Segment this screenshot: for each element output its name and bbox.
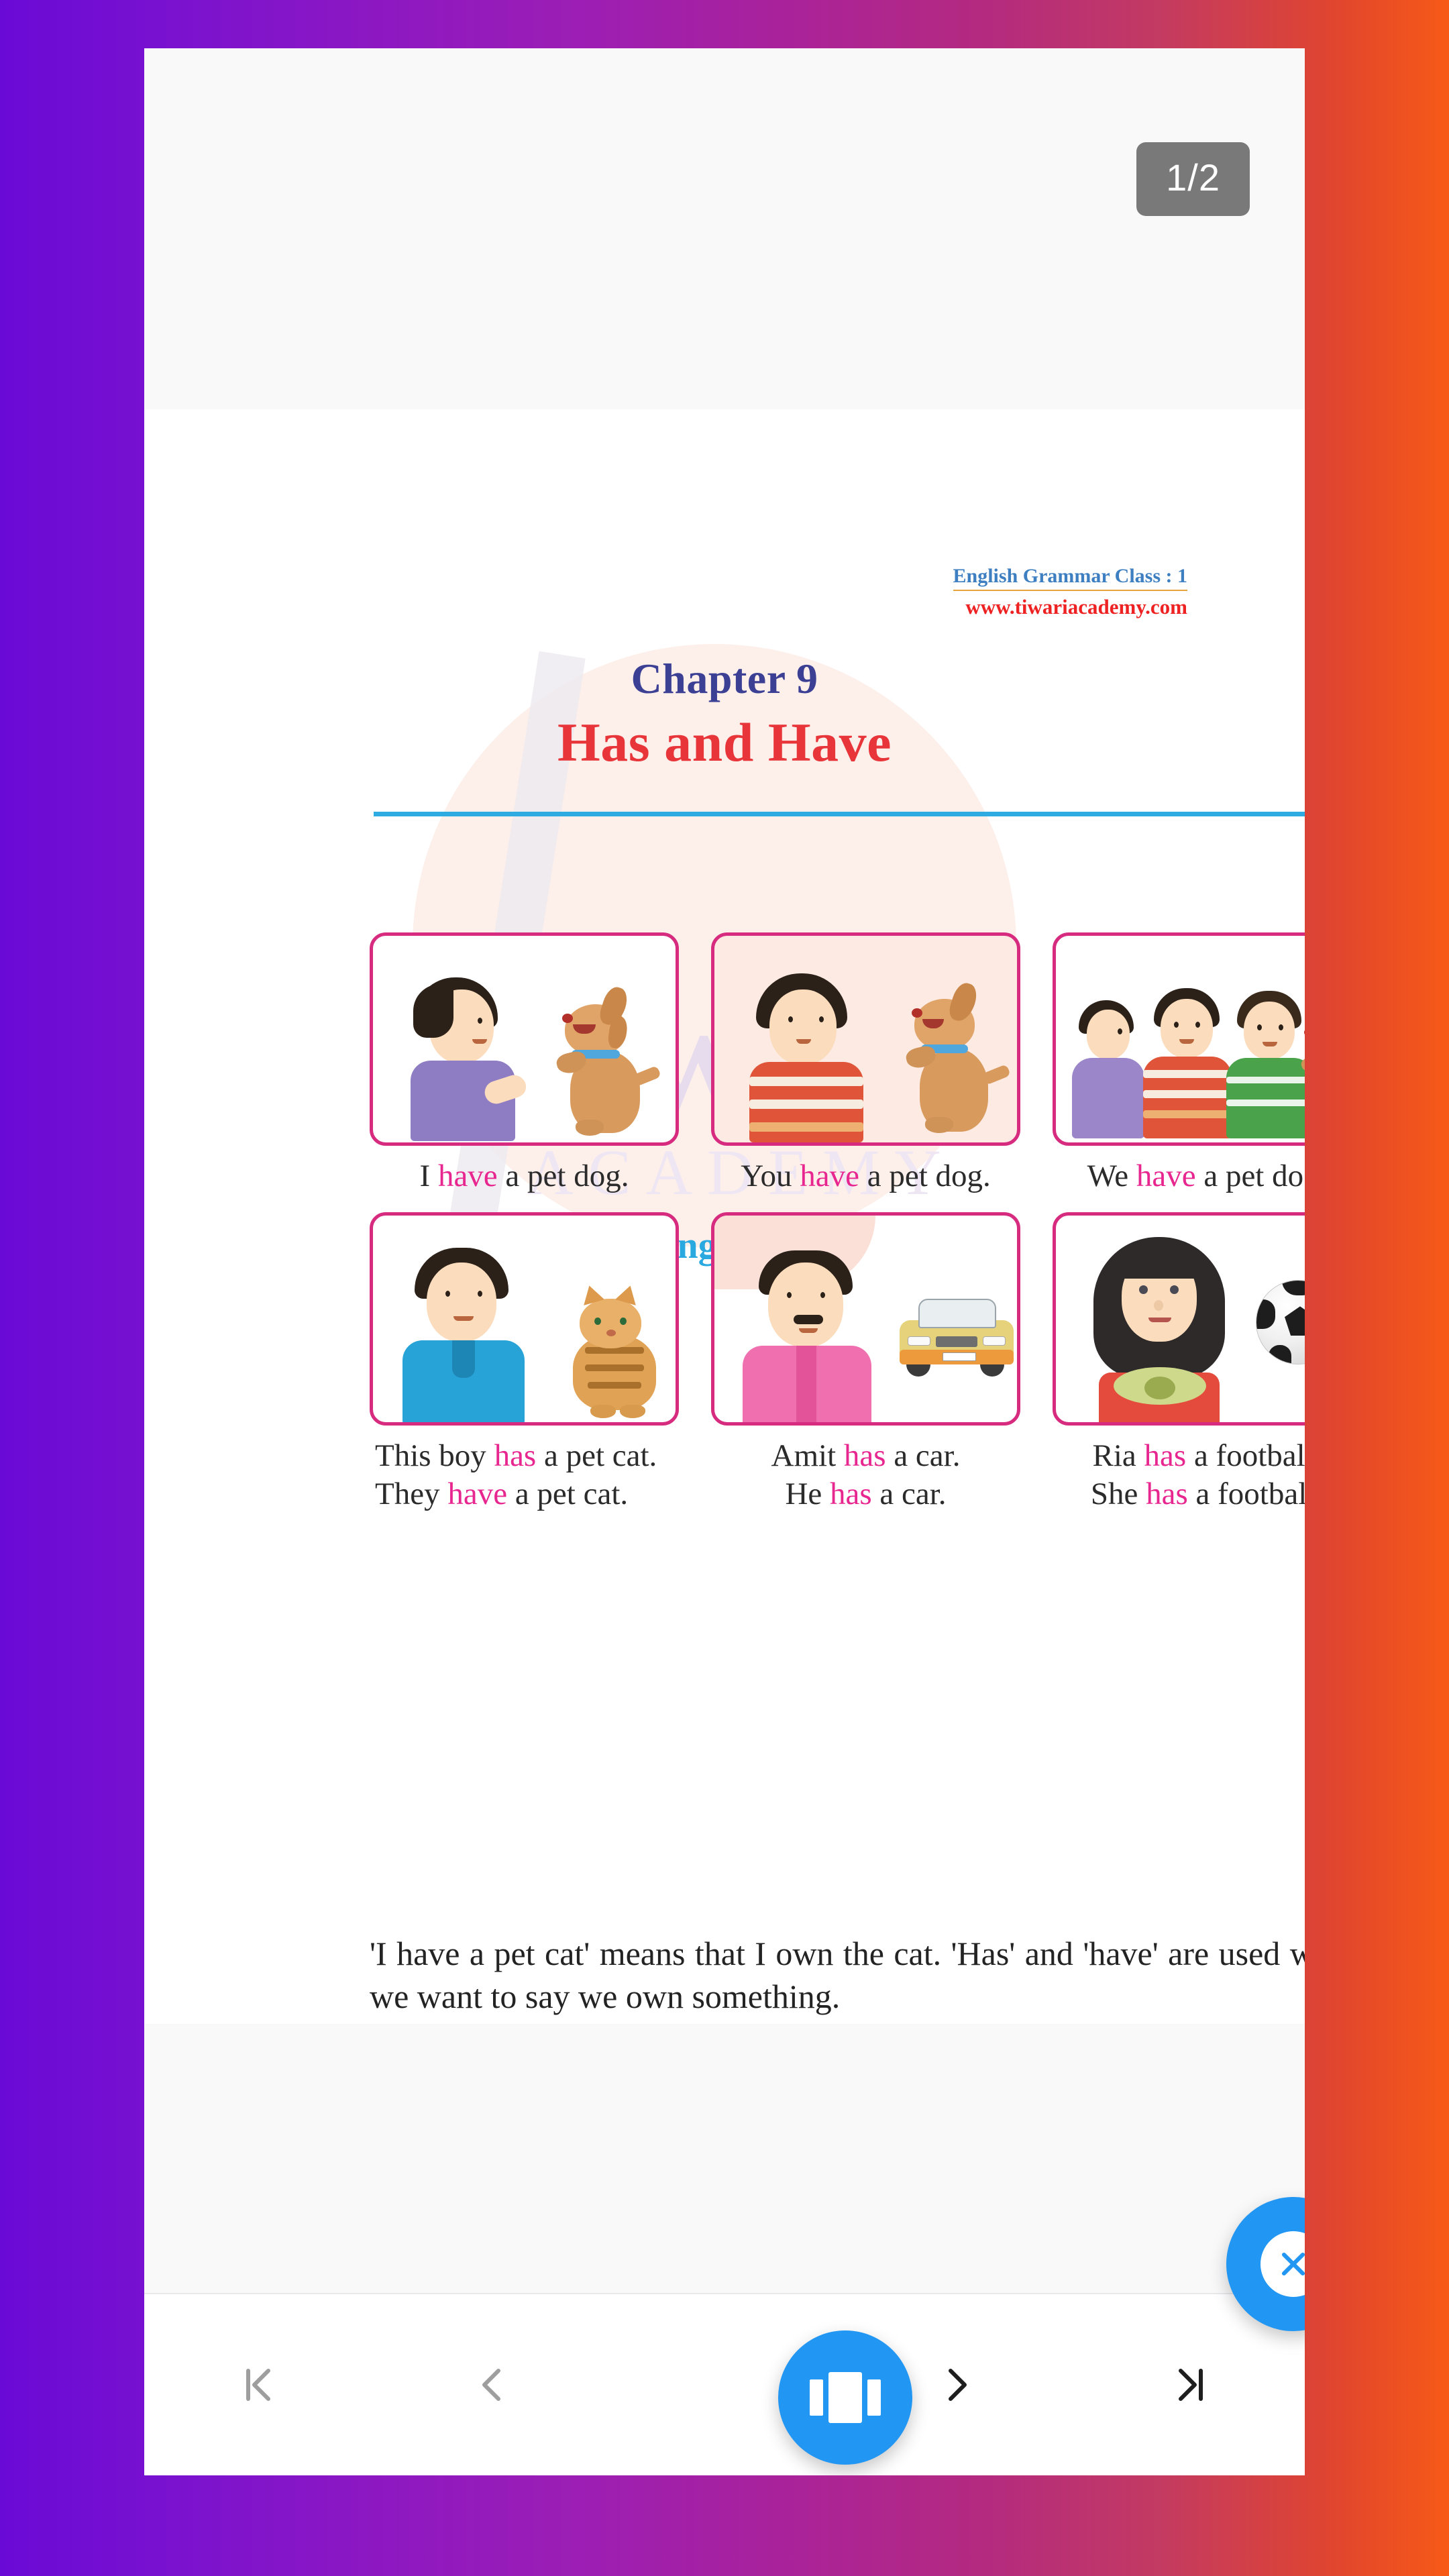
header-class-line: English Grammar Class : 1 [953,564,1187,592]
picture-grid: I have a pet dog. You have a pet dog. We… [370,932,1305,1513]
picture-caption: Ria has a football. She has a football. [1053,1437,1305,1513]
previous-page-button[interactable] [376,2294,608,2475]
illustration-man-pink-shirt-with-car [711,1212,1020,1426]
last-page-icon [1165,2361,1213,2409]
document-viewer-card: 1/2 TIWARI ACADEMY English Grammar Class… [144,48,1305,2475]
chevron-left-icon [468,2361,517,2409]
caption-line: We have a pet dog. [1087,1159,1305,1193]
illustration-boy-purple-shirt-with-dog [370,932,679,1146]
document-page[interactable]: TIWARI ACADEMY English Grammar Class : 1… [144,409,1305,2024]
chevron-right-icon [932,2361,981,2409]
caption-line: You have a pet dog. [741,1159,991,1193]
page-counter-badge: 1/2 [1136,142,1250,216]
caption-line: He has a car. [785,1476,947,1511]
first-page-button[interactable] [144,2294,376,2475]
football-icon [1256,1280,1305,1365]
close-icon [1260,2231,1305,2297]
paragraph: 'I have a pet cat' means that I own the … [370,1935,1305,2015]
caption-line: They have a pet cat. [375,1476,629,1511]
view-mode-button[interactable] [778,2330,912,2465]
picture-row: This boy has a pet cat. They have a pet … [370,1212,1305,1513]
first-page-icon [236,2361,284,2409]
picture-row: I have a pet dog. You have a pet dog. We… [370,932,1305,1195]
viewer-top-letterbox [144,48,1305,409]
picture-cell: Amit has a car. He has a car. [711,1212,1020,1513]
illustration-three-children-with-dog [1053,932,1305,1146]
illustration-boy-blue-shirt-with-cat [370,1212,679,1426]
viewer-bottom-letterbox [144,2024,1305,2306]
caption-line: Amit has a car. [771,1438,961,1474]
caption-line: This boy has a pet cat. [375,1438,657,1474]
picture-caption: Amit has a car. He has a car. [711,1437,1020,1513]
header-site-text: www.tiwariacademy.com [965,595,1187,619]
chapter-label: Chapter 9 [631,655,818,702]
picture-caption: I have a pet dog. [370,1157,679,1195]
header-class-text: English Grammar Class : 1 [953,564,1187,592]
illustration-girl-with-football [1053,1212,1305,1426]
picture-cell: This boy has a pet cat. They have a pet … [370,1212,679,1513]
caption-line: She has a football. [1090,1476,1305,1511]
picture-caption: This boy has a pet cat. They have a pet … [370,1437,679,1513]
picture-cell: You have a pet dog. [711,932,1020,1195]
title-divider [374,812,1305,816]
document-header: English Grammar Class : 1 www.tiwariacad… [953,564,1187,621]
page-title: Has and Have [557,712,892,773]
carousel-view-icon [810,2372,881,2423]
picture-caption: You have a pet dog. [711,1157,1020,1195]
picture-cell: Ria has a football. She has a football. [1053,1212,1305,1513]
picture-cell: I have a pet dog. [370,932,679,1195]
picture-caption: We have a pet dog. [1053,1157,1305,1195]
body-copy: 'I have a pet cat' means that I own the … [370,1932,1305,2024]
picture-cell: We have a pet dog. [1053,932,1305,1195]
caption-line: Ria has a football. [1092,1438,1305,1474]
caption-line: I have a pet dog. [419,1159,629,1193]
bottom-navigation-bar [144,2293,1305,2475]
illustration-boy-striped-shirt-with-dog [711,932,1020,1146]
